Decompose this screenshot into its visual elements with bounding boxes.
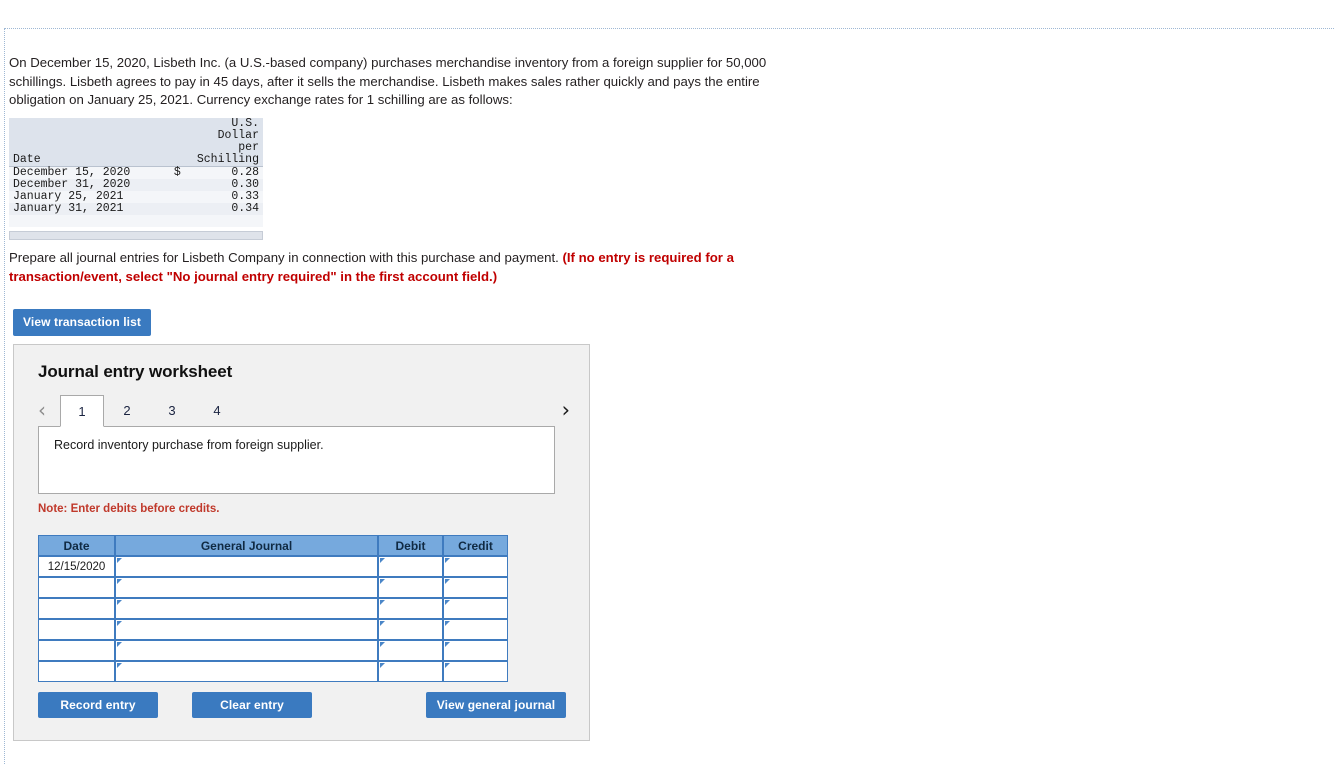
rate-table-row: January 31, 2021 0.34 xyxy=(9,203,263,215)
journal-cell-credit[interactable] xyxy=(443,619,508,640)
rate-row-value: 0.34 xyxy=(184,203,263,215)
rate-table-row-spacer xyxy=(9,215,263,227)
exchange-rate-table-container: U.S. Dollar per Date Schilling December … xyxy=(9,118,263,240)
journal-cell-debit[interactable] xyxy=(378,556,443,577)
worksheet-title: Journal entry worksheet xyxy=(38,362,233,381)
journal-cell-debit[interactable] xyxy=(378,661,443,682)
journal-cell-date[interactable] xyxy=(38,619,115,640)
chevron-right-icon[interactable]: › xyxy=(562,398,570,422)
journal-column-general: General Journal xyxy=(115,535,378,556)
journal-cell-account[interactable] xyxy=(115,640,378,661)
rate-header-blank-2 xyxy=(9,130,149,142)
rate-row-currency xyxy=(148,191,185,203)
journal-cell-credit[interactable] xyxy=(443,661,508,682)
journal-cell-account[interactable] xyxy=(115,577,378,598)
rate-header-blank-1 xyxy=(9,118,149,130)
journal-cell-account[interactable] xyxy=(115,661,378,682)
journal-cell-date[interactable] xyxy=(38,577,115,598)
journal-cell-credit[interactable] xyxy=(443,577,508,598)
prepare-instruction: Prepare all journal entries for Lisbeth … xyxy=(9,249,809,286)
journal-table-row xyxy=(38,640,508,661)
journal-cell-date[interactable] xyxy=(38,640,115,661)
view-general-journal-button[interactable]: View general journal xyxy=(426,692,566,718)
journal-cell-date[interactable]: 12/15/2020 xyxy=(38,556,115,577)
journal-cell-debit[interactable] xyxy=(378,619,443,640)
rate-header-unit-line4: Schilling xyxy=(184,154,263,167)
journal-cell-account[interactable] xyxy=(115,556,378,577)
journal-table-row xyxy=(38,661,508,682)
rate-table-header-row-2: Dollar xyxy=(9,130,263,142)
worksheet-tab-3[interactable]: 3 xyxy=(150,395,194,426)
journal-cell-account[interactable] xyxy=(115,598,378,619)
worksheet-tab-1[interactable]: 1 xyxy=(60,395,104,427)
journal-table-row xyxy=(38,577,508,598)
rate-table-horizontal-scrollbar[interactable] xyxy=(9,231,263,240)
exchange-rate-table: U.S. Dollar per Date Schilling December … xyxy=(9,118,263,227)
transaction-description-box: Record inventory purchase from foreign s… xyxy=(38,426,555,494)
rate-table-spacer-cell xyxy=(9,215,263,227)
rate-row-currency: $ xyxy=(148,166,185,179)
rate-header-date: Date xyxy=(9,154,149,167)
rate-row-currency xyxy=(148,203,185,215)
journal-column-date: Date xyxy=(38,535,115,556)
journal-table-row xyxy=(38,619,508,640)
journal-cell-credit[interactable] xyxy=(443,640,508,661)
journal-cell-credit[interactable] xyxy=(443,598,508,619)
prepare-instruction-plain: Prepare all journal entries for Lisbeth … xyxy=(9,250,563,265)
journal-column-debit: Debit xyxy=(378,535,443,556)
journal-cell-debit[interactable] xyxy=(378,598,443,619)
worksheet-tab-2[interactable]: 2 xyxy=(105,395,149,426)
journal-cell-debit[interactable] xyxy=(378,640,443,661)
worksheet-tab-4[interactable]: 4 xyxy=(195,395,239,426)
rate-row-currency xyxy=(148,179,185,191)
worksheet-tabs: ‹ 1 2 3 4 › xyxy=(38,395,570,427)
transaction-description-text: Record inventory purchase from foreign s… xyxy=(54,438,324,452)
journal-cell-date[interactable] xyxy=(38,598,115,619)
journal-table-row xyxy=(38,598,508,619)
journal-entry-table-container: Date General Journal Debit Credit 12/15/… xyxy=(38,535,508,682)
journal-table-header-row: Date General Journal Debit Credit xyxy=(38,535,508,556)
problem-statement: On December 15, 2020, Lisbeth Inc. (a U.… xyxy=(9,55,767,107)
journal-cell-date[interactable] xyxy=(38,661,115,682)
rate-row-date: January 31, 2021 xyxy=(9,203,149,215)
journal-entry-table: Date General Journal Debit Credit 12/15/… xyxy=(38,535,508,682)
journal-cell-debit[interactable] xyxy=(378,577,443,598)
journal-column-credit: Credit xyxy=(443,535,508,556)
journal-entry-worksheet-panel: Journal entry worksheet ‹ 1 2 3 4 › Reco… xyxy=(13,344,590,741)
journal-cell-account[interactable] xyxy=(115,619,378,640)
view-transaction-list-button[interactable]: View transaction list xyxy=(13,309,151,336)
journal-cell-credit[interactable] xyxy=(443,556,508,577)
journal-table-row: 12/15/2020 xyxy=(38,556,508,577)
rate-table-header-row-4: Date Schilling xyxy=(9,154,263,167)
clear-entry-button[interactable]: Clear entry xyxy=(192,692,312,718)
chevron-left-icon[interactable]: ‹ xyxy=(38,398,46,422)
record-entry-button[interactable]: Record entry xyxy=(38,692,158,718)
debits-before-credits-note: Note: Enter debits before credits. xyxy=(38,503,220,515)
rate-header-blank-cur-4 xyxy=(148,154,185,167)
